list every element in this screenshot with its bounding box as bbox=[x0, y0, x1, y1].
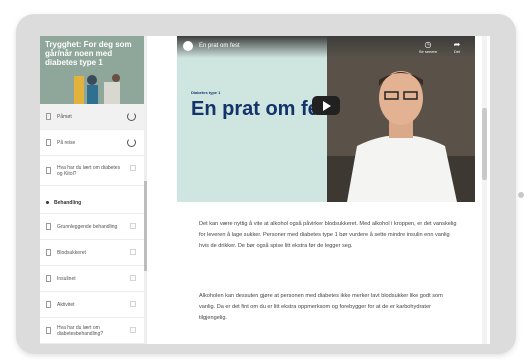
document-icon bbox=[46, 327, 51, 334]
sidebar-item-label: Blodsukkeret bbox=[57, 249, 86, 256]
watch-later-button[interactable]: ◷ Se senere bbox=[417, 40, 439, 54]
section-label: Behandling bbox=[54, 199, 82, 206]
section-header-behandling[interactable]: Behandling bbox=[40, 192, 144, 214]
tablet-screen: Trygghet: For deg som går/når noen med d… bbox=[40, 36, 490, 344]
document-icon bbox=[46, 275, 51, 282]
video-title[interactable]: En prat om fest bbox=[199, 43, 240, 49]
body-paragraph: Det kan være nyttig å vite at alkohol og… bbox=[199, 221, 457, 249]
checkbox-icon bbox=[130, 275, 136, 281]
sidebar-item-blodsukkeret[interactable]: Blodsukkeret bbox=[40, 240, 144, 266]
sidebar-item-insulinet[interactable]: Insulinet bbox=[40, 266, 144, 292]
progress-icon bbox=[127, 112, 136, 121]
document-icon bbox=[46, 249, 51, 256]
sidebar-item-aktivitet[interactable]: Aktivitet bbox=[40, 292, 144, 318]
sidebar-item-grunnleggende[interactable]: Grunnleggende behandling bbox=[40, 214, 144, 240]
channel-logo[interactable] bbox=[183, 41, 193, 51]
video-presenter-frame bbox=[327, 36, 475, 202]
play-button[interactable] bbox=[312, 96, 340, 115]
share-icon: ➦ bbox=[453, 40, 461, 49]
checkbox-icon bbox=[130, 301, 136, 307]
sidebar-item-quiz-behandling[interactable]: Hva har du lært om diabetesbehandling? bbox=[40, 318, 144, 344]
progress-icon bbox=[127, 138, 136, 147]
share-button[interactable]: ➦ Del bbox=[447, 40, 467, 54]
sidebar-item-quiz-diabetes[interactable]: Hva har du lært om diabetes og Kitol? bbox=[40, 156, 144, 186]
sidebar-item-pamot[interactable]: Påmøt bbox=[40, 104, 144, 130]
sidebar-item-label: På reise bbox=[57, 139, 76, 146]
sidebar-item-label: Hva har du lært om diabetesbehandling? bbox=[57, 324, 104, 337]
course-hero: Trygghet: For deg som går/når noen med d… bbox=[40, 36, 144, 104]
document-icon bbox=[46, 113, 51, 120]
sidebar-item-label: Grunnleggende behandling bbox=[57, 223, 118, 230]
checkbox-icon bbox=[130, 327, 136, 333]
body-paragraph: Alkoholen kan dessuten gjøre at personen… bbox=[199, 293, 443, 321]
content-scrollbar[interactable] bbox=[482, 36, 487, 344]
sidebar-item-label: Hva har du lært om diabetes og Kitol? bbox=[57, 164, 121, 177]
document-icon bbox=[46, 223, 51, 230]
checkbox-icon bbox=[130, 223, 136, 229]
course-sidebar: Trygghet: For deg som går/når noen med d… bbox=[40, 36, 146, 344]
presenter-figure bbox=[327, 36, 475, 202]
sidebar-item-pa-reise[interactable]: På reise bbox=[40, 130, 144, 156]
checkbox-icon bbox=[130, 165, 136, 171]
course-illustration bbox=[74, 74, 120, 104]
document-icon bbox=[46, 167, 51, 174]
clock-icon: ◷ bbox=[424, 40, 432, 49]
tablet-camera bbox=[518, 192, 524, 198]
content-scrollbar-thumb[interactable] bbox=[482, 108, 487, 180]
lesson-content: En prat om fest ◷ Se senere ➦ Del Diabet… bbox=[147, 36, 490, 344]
document-icon bbox=[46, 139, 51, 146]
watch-later-label: Se senere bbox=[418, 49, 438, 54]
course-title: Trygghet: For deg som går/når noen med d… bbox=[45, 40, 132, 67]
checkbox-icon bbox=[130, 249, 136, 255]
sidebar-item-label: Aktivitet bbox=[57, 301, 75, 308]
video-kicker: Diabetes type 1 bbox=[191, 90, 221, 95]
sidebar-item-label: Insulinet bbox=[57, 275, 76, 282]
sidebar-item-label: Påmøt bbox=[57, 113, 72, 120]
document-icon bbox=[46, 301, 51, 308]
share-label: Del bbox=[453, 49, 460, 54]
play-icon bbox=[323, 101, 331, 111]
video-player[interactable]: En prat om fest ◷ Se senere ➦ Del Diabet… bbox=[177, 36, 475, 202]
bullet-icon bbox=[46, 201, 49, 204]
